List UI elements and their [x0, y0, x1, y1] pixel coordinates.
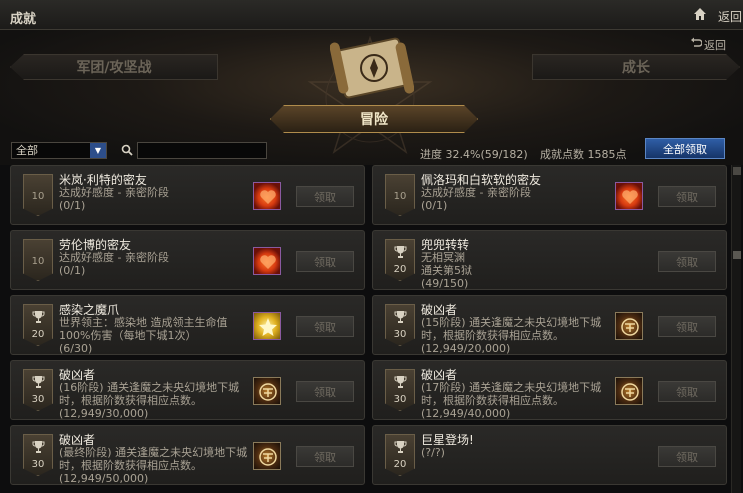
trophy-badge: 30	[23, 369, 53, 411]
level-badge: 10	[385, 174, 415, 216]
badge-points: 30	[393, 394, 407, 405]
scrollbar[interactable]	[731, 165, 741, 493]
claim-button[interactable]: 领取	[658, 251, 716, 272]
trophy-icon	[394, 441, 407, 453]
achievement-progress: (12,949/30,000)	[59, 407, 149, 420]
category-select-value: 全部	[16, 144, 38, 157]
search-input[interactable]	[137, 142, 267, 159]
achievement-description: (最终阶段) 通关逢魔之未央幻境地下城时，根据阶数获得相应点数。	[59, 446, 248, 472]
achievement-progress: (?/?)	[421, 446, 445, 459]
rune-icon[interactable]	[253, 442, 281, 470]
tab-legion-raid[interactable]: 军团/攻坚战	[10, 54, 218, 80]
achievement-description: 世界领主：感染地 造成领主生命值100%伤害（每地下城1次）	[59, 316, 228, 342]
title-bar: 成就 返回	[0, 0, 743, 30]
badge-points: 20	[31, 329, 45, 340]
progress-text: 进度 32.4%(59/182)	[420, 148, 528, 161]
trophy-badge: 30	[385, 304, 415, 346]
claim-button[interactable]: 领取	[658, 186, 716, 207]
achievement-card: 30 破凶者 (17阶段) 通关逢魔之未央幻境地下城时，根据阶数获得相应点数。 (12…	[372, 360, 727, 420]
achievement-card: 10 米岚·利特的密友 达成好感度 - 亲密阶段 (0/1) 领取	[10, 165, 365, 225]
claim-button[interactable]: 领取	[658, 446, 716, 467]
window-title: 成就	[10, 12, 37, 27]
chevron-down-icon[interactable]: ▼	[90, 143, 106, 158]
trophy-icon	[394, 246, 407, 258]
adventure-scroll-icon	[330, 37, 414, 99]
heart-icon[interactable]	[253, 182, 281, 210]
badge-points: 30	[393, 329, 407, 340]
achievement-card: 20 兜兜转转 无相冥渊 通关第5狱 (49/150) 领取	[372, 230, 727, 290]
achievement-progress: (12,949/50,000)	[59, 472, 149, 485]
claim-button[interactable]: 领取	[658, 381, 716, 402]
achievement-progress: (0/1)	[59, 264, 86, 277]
trophy-icon	[394, 311, 407, 323]
achievement-card: 10 佩洛玛和白软软的密友 达成好感度 - 亲密阶段 (0/1) 领取	[372, 165, 727, 225]
tab-adventure[interactable]: 冒险	[270, 105, 478, 133]
achievement-card: 20 感染之魔爪 世界领主：感染地 造成领主生命值100%伤害（每地下城1次） (6/…	[10, 295, 365, 355]
search-icon	[121, 144, 133, 156]
claim-button[interactable]: 领取	[296, 381, 354, 402]
rune-icon[interactable]	[615, 377, 643, 405]
badge-points: 30	[31, 394, 45, 405]
trophy-badge: 20	[385, 239, 415, 281]
heart-icon[interactable]	[615, 182, 643, 210]
achievement-description: (15阶段) 通关逢魔之未央幻境地下城时，根据阶数获得相应点数。	[421, 316, 602, 342]
back-button[interactable]: 返回	[718, 8, 742, 25]
achievement-progress: (6/30)	[59, 342, 93, 355]
achievement-card: 30 破凶者 (15阶段) 通关逢魔之未央幻境地下城时，根据阶数获得相应点数。 (12…	[372, 295, 727, 355]
achievement-progress: (12,949/20,000)	[421, 342, 511, 355]
claim-button[interactable]: 领取	[296, 446, 354, 467]
achievement-card: 20 巨星登场! (?/?) 领取	[372, 425, 727, 485]
scrollbar-thumb[interactable]	[733, 251, 741, 259]
level-badge: 10	[23, 174, 53, 216]
heart-icon[interactable]	[253, 247, 281, 275]
star-icon[interactable]	[253, 312, 281, 340]
claim-all-button[interactable]: 全部领取	[645, 138, 725, 159]
achievement-progress: (49/150)	[421, 277, 469, 290]
return-arrow-icon[interactable]	[690, 37, 702, 49]
achievement-points-text: 成就点数 1585点	[540, 148, 627, 161]
home-icon[interactable]	[693, 7, 707, 21]
trophy-badge: 30	[385, 369, 415, 411]
trophy-icon	[32, 311, 45, 323]
badge-points: 20	[393, 459, 407, 470]
trophy-badge: 30	[23, 434, 53, 476]
achievement-card: 30 破凶者 (16阶段) 通关逢魔之未央幻境地下城时，根据阶数获得相应点数。 (12…	[10, 360, 365, 420]
badge-points: 30	[31, 459, 45, 470]
achievement-description: 无相冥渊 通关第5狱	[421, 251, 472, 277]
achievement-description: 达成好感度 - 亲密阶段	[421, 186, 531, 199]
badge-points: 20	[393, 264, 407, 275]
achievement-progress: (0/1)	[59, 199, 86, 212]
filter-bar: 全部 ▼ 进度 32.4%(59/182) 成就点数 1585点 全部领取	[0, 138, 743, 164]
level-badge: 10	[23, 239, 53, 281]
rune-icon[interactable]	[253, 377, 281, 405]
achievement-card: 30 破凶者 (最终阶段) 通关逢魔之未央幻境地下城时，根据阶数获得相应点数。 (12…	[10, 425, 365, 485]
claim-button[interactable]: 领取	[296, 316, 354, 337]
achievement-description: 达成好感度 - 亲密阶段	[59, 251, 169, 264]
trophy-icon	[32, 376, 45, 388]
trophy-badge: 20	[23, 304, 53, 346]
achievement-list: 10 米岚·利特的密友 达成好感度 - 亲密阶段 (0/1) 领取 10 佩洛玛和白软软的密…	[10, 165, 730, 493]
rune-icon[interactable]	[615, 312, 643, 340]
achievement-description: (17阶段) 通关逢魔之未央幻境地下城时，根据阶数获得相应点数。	[421, 381, 602, 407]
claim-button[interactable]: 领取	[296, 186, 354, 207]
achievement-description: (16阶段) 通关逢魔之未央幻境地下城时，根据阶数获得相应点数。	[59, 381, 240, 407]
achievement-card: 10 劳伦博的密友 达成好感度 - 亲密阶段 (0/1) 领取	[10, 230, 365, 290]
trophy-icon	[394, 376, 407, 388]
badge-points: 10	[31, 191, 45, 202]
return-button[interactable]: 返回	[704, 37, 726, 53]
achievement-progress: (12,949/40,000)	[421, 407, 511, 420]
category-select[interactable]: 全部 ▼	[11, 142, 107, 159]
claim-button[interactable]: 领取	[658, 316, 716, 337]
achievement-progress: (0/1)	[421, 199, 448, 212]
scroll-up-arrow[interactable]	[733, 167, 741, 175]
trophy-icon	[32, 441, 45, 453]
tab-growth[interactable]: 成长	[532, 54, 740, 80]
trophy-badge: 20	[385, 434, 415, 476]
claim-button[interactable]: 领取	[296, 251, 354, 272]
badge-points: 10	[31, 256, 45, 267]
achievement-description: 达成好感度 - 亲密阶段	[59, 186, 169, 199]
badge-points: 10	[393, 191, 407, 202]
